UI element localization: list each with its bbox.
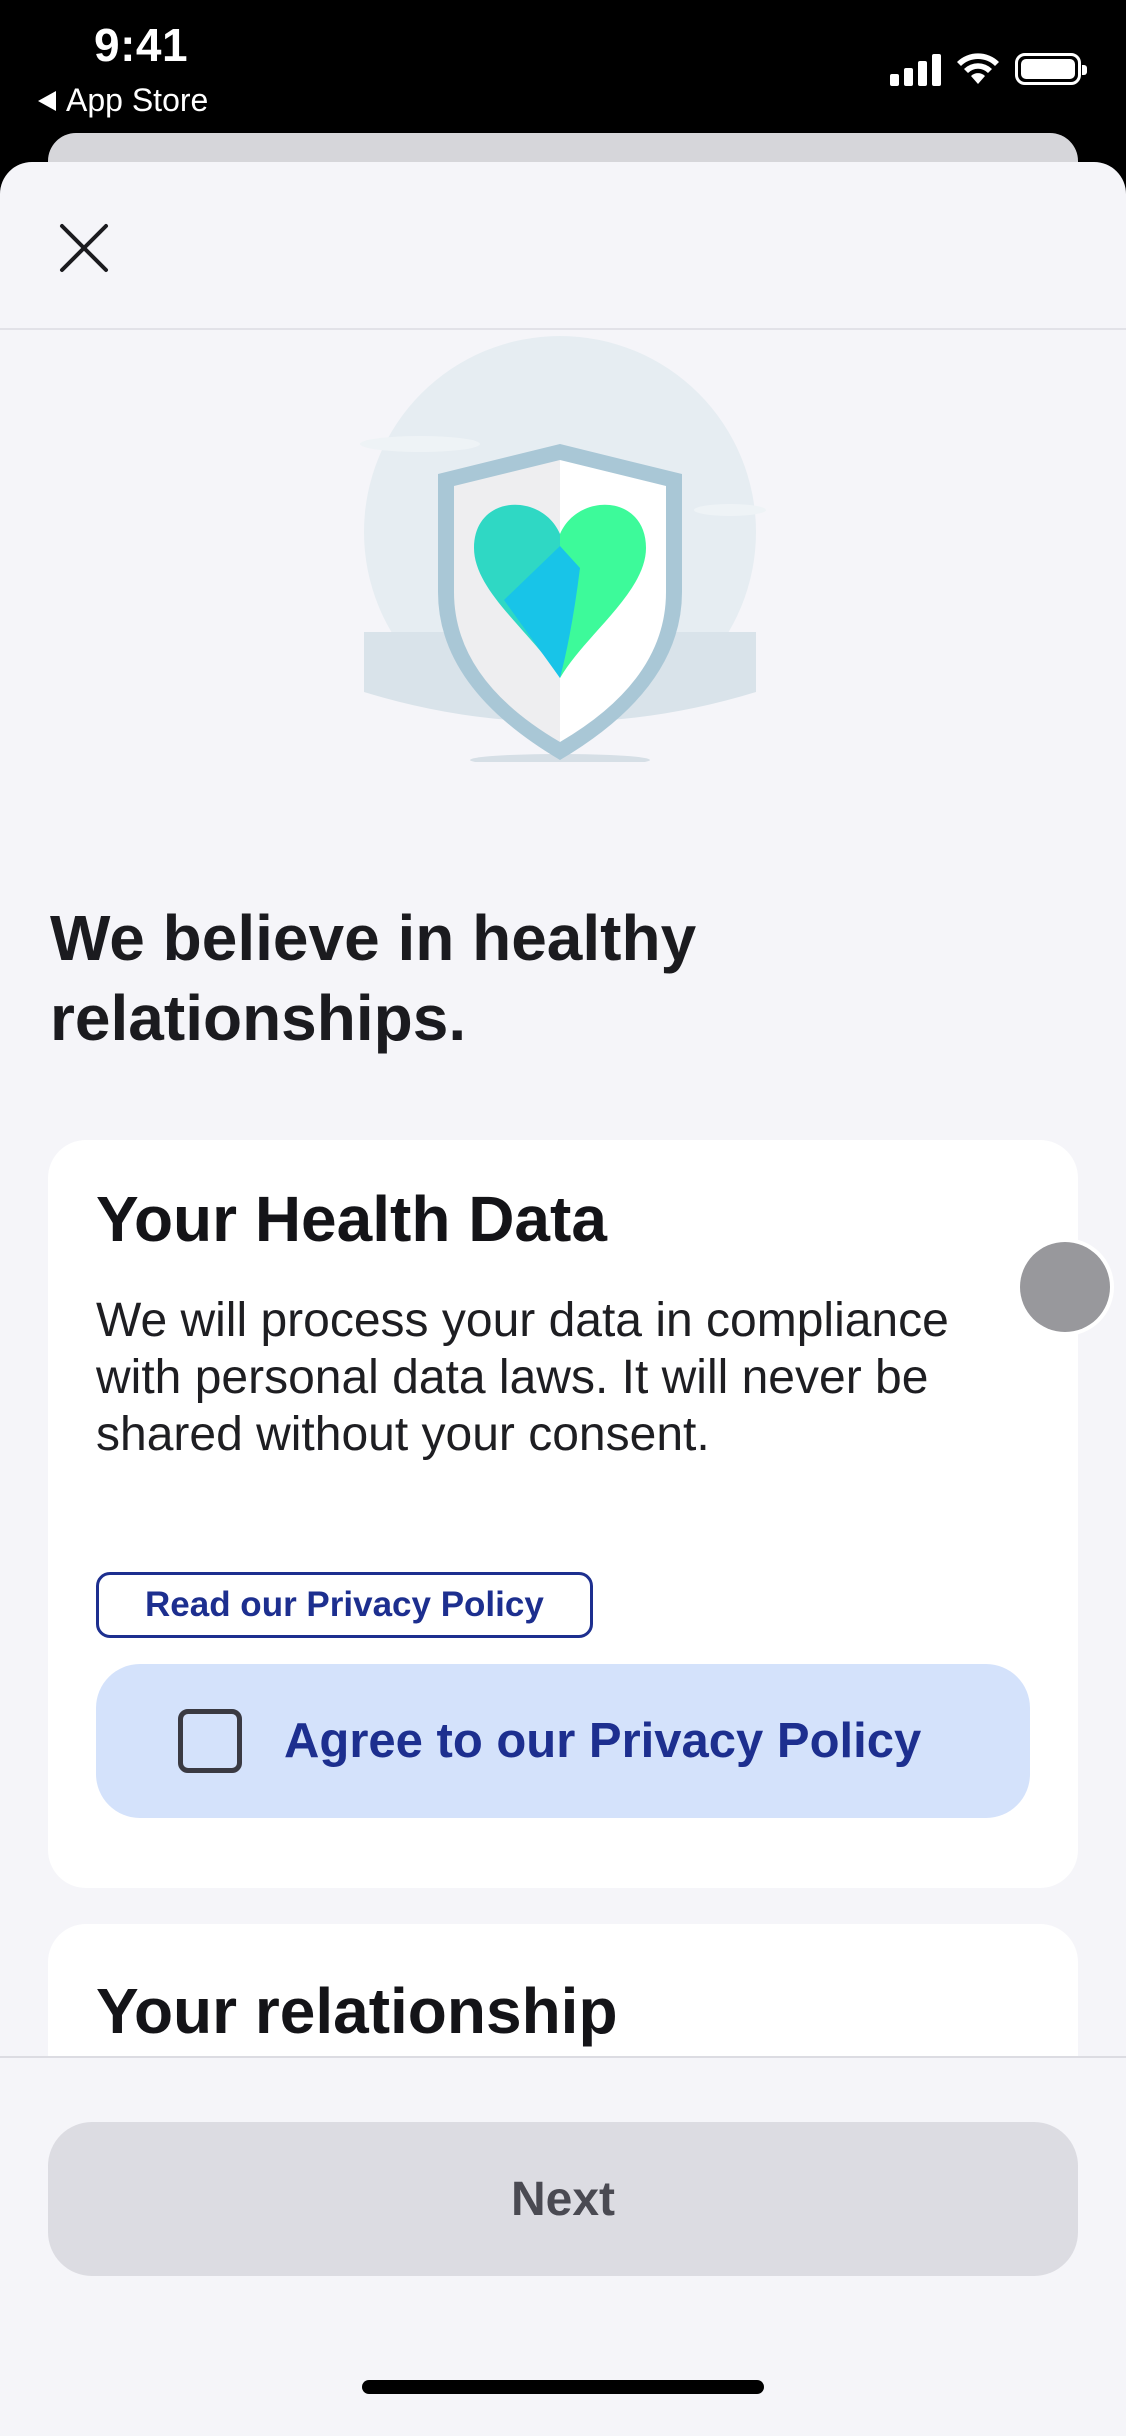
battery-icon (1015, 53, 1087, 85)
checkbox[interactable] (178, 1709, 242, 1773)
status-bar: 9:41 App Store (0, 0, 1126, 150)
page-headline: We believe in healthy relationships. (50, 902, 697, 1054)
card-title: Your relationship (96, 1975, 618, 2047)
status-icons (890, 52, 1087, 86)
shield-heart-illustration (360, 336, 766, 762)
back-to-app-store-link[interactable]: App Store (38, 82, 208, 119)
read-privacy-policy-button[interactable]: Read our Privacy Policy (96, 1572, 593, 1638)
home-indicator (362, 2380, 764, 2394)
agree-privacy-policy-toggle[interactable]: Agree to our Privacy Policy (96, 1664, 1030, 1818)
card-description: We will process your data in compliance … (96, 1294, 949, 1461)
footer-bar: Next (0, 2056, 1126, 2436)
next-button[interactable]: Next (48, 2122, 1078, 2276)
agree-label: Agree to our Privacy Policy (284, 1714, 922, 1768)
health-data-card: Your Health Data We will process your da… (48, 1140, 1078, 1888)
close-icon[interactable] (52, 216, 116, 280)
back-arrow-icon (38, 90, 56, 111)
onboarding-sheet: We believe in healthy relationships. You… (0, 162, 1126, 2436)
cellular-signal-icon (890, 52, 941, 86)
back-app-label: App Store (66, 82, 209, 118)
wifi-icon (957, 53, 999, 84)
sheet-nav-bar (0, 162, 1126, 330)
status-time: 9:41 (94, 19, 189, 71)
scroll-handle[interactable] (1020, 1242, 1110, 1332)
card-title: Your Health Data (96, 1183, 607, 1255)
